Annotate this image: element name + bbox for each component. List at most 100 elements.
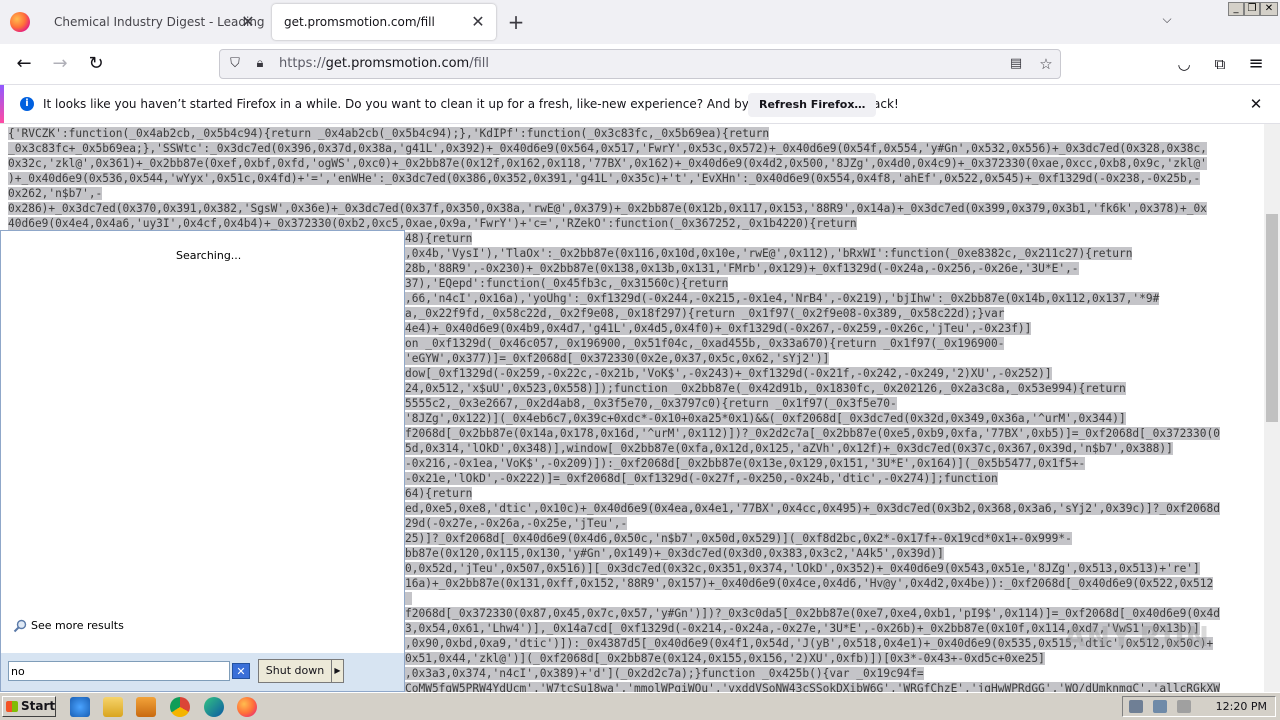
back-arrow-icon[interactable]: ← — [12, 52, 36, 76]
info-icon: i — [20, 97, 34, 111]
site-security-lock-icon[interactable]: 🔒︎ — [250, 54, 270, 74]
code-line: 0x262,'n$b7',- — [8, 186, 1264, 201]
forward-arrow-icon[interactable]: → — [48, 52, 72, 76]
tab-title: get.promsmotion.com/fill — [284, 15, 435, 29]
selected-code-text: 29d(-0x27e,-0x26a,-0x25e,'jTeu',- — [405, 517, 628, 530]
notification-close-icon[interactable]: ✕ — [1246, 94, 1266, 114]
close-window-icon[interactable]: ✕ — [1260, 2, 1278, 16]
vertical-scrollbar[interactable] — [1264, 124, 1280, 692]
url-host: get.promsmotion.com — [325, 56, 470, 71]
selected-code-text: 0x286)+_0x3dc7ed(0x370,0x391,0x382,'SgsW… — [8, 202, 1207, 215]
file-explorer-folder-icon[interactable] — [103, 697, 123, 717]
tab-strip: Chemical Industry Digest - Leading che ✕… — [0, 0, 1280, 44]
list-all-tabs-chevron-icon[interactable]: ⌵ — [1158, 12, 1176, 30]
code-line: 0x32c,'zkl@',0x361)+_0x2bb87e(0xef,0xbf,… — [8, 156, 1264, 171]
tab-chemical-industry-digest[interactable]: Chemical Industry Digest - Leading che ✕ — [42, 4, 266, 40]
selected-code-text: ed,0xe5,0xe8,'dtic',0x10c)+_0x40d6e9(0x4… — [405, 502, 1220, 515]
selected-code-text: 16a)+_0x2bb87e(0x131,0xff,0x152,'88R9',0… — [405, 577, 1214, 590]
selected-code-text — [405, 592, 412, 605]
start-label: Start — [21, 699, 56, 713]
see-more-results-link[interactable]: See more results — [13, 619, 124, 633]
restore-window-icon[interactable]: ❐ — [1244, 2, 1260, 16]
magnifier-icon — [13, 619, 27, 633]
tab-promsmotion[interactable]: get.promsmotion.com/fill ✕ — [272, 4, 496, 40]
code-line: 0x286)+_0x3dc7ed(0x370,0x391,0x382,'SgsW… — [8, 201, 1264, 216]
firefox-logo-icon — [10, 12, 30, 32]
shut-down-button[interactable]: Shut down — [258, 659, 332, 683]
tab-close-icon[interactable]: ✕ — [468, 4, 488, 40]
selected-code-text: ,0x3a3,0x374,'n4cI',0x389)+'d'](_0x2d2c7… — [405, 667, 924, 680]
selected-code-text: f2068d[_0x2bb87e(0x14a,0x178,0x16d,'^urM… — [405, 427, 1220, 440]
extensions-puzzle-icon[interactable]: ⧉ — [1208, 52, 1232, 76]
url-text[interactable]: https://get.promsmotion.com/fill — [279, 50, 489, 78]
start-button[interactable]: Start — [2, 696, 56, 717]
selected-code-text: -0x21e,'lOkD',-0x222)]=_0xf2068d[_0xf132… — [405, 472, 998, 485]
scrollbar-thumb[interactable] — [1266, 214, 1278, 422]
watermark-logo: ANY.RUN — [1064, 620, 1211, 653]
code-line: )+_0x40d6e9(0x536,0x544,'wYyx',0x51c,0x4… — [8, 171, 1264, 186]
internet-explorer-icon[interactable] — [70, 697, 90, 717]
volume-icon[interactable] — [1129, 700, 1143, 713]
selected-code-text: 64){return — [405, 487, 473, 500]
edge-icon[interactable] — [204, 697, 224, 717]
taskbar: Start 12:20 PM — [0, 692, 1280, 720]
selected-code-text: 0x32c,'zkl@',0x361)+_0x2bb87e(0xef,0xbf,… — [8, 157, 1207, 170]
selected-code-text: )+_0x40d6e9(0x536,0x544,'wYyx',0x51c,0x4… — [8, 172, 1201, 185]
tracking-protection-shield-icon[interactable]: ⛉ — [225, 54, 245, 74]
selected-code-text: _0x3c83fc+_0x5b69ea;},'SSWtc':_0x3dc7ed(… — [8, 142, 1207, 155]
action-center-flag-icon[interactable] — [1177, 700, 1191, 713]
pocket-icon[interactable]: ◡ — [1172, 52, 1196, 76]
selected-code-text: bb87e(0x120,0x115,0x130,'y#Gn',0x149)+_0… — [405, 547, 944, 560]
code-line: {'RVCZK':function(_0x4ab2cb,_0x5b4c94){r… — [8, 126, 1264, 141]
chrome-icon[interactable] — [170, 697, 190, 717]
selected-code-text: 0x51,0x44,'zkl@')](_0xf2068d[_0x2bb87e(0… — [405, 652, 1045, 665]
hamburger-menu-icon[interactable]: ≡ — [1244, 52, 1268, 76]
see-more-label: See more results — [31, 619, 124, 632]
shut-down-options-arrow-icon[interactable]: ▶ — [331, 659, 344, 683]
search-row: ✕ Shut down ▶ — [1, 653, 404, 691]
bookmark-star-icon[interactable]: ☆ — [1036, 54, 1056, 74]
selected-code-text: 4e4)+_0x40d6e9(0x4b9,0x4d7,'g41L',0x4d5,… — [405, 322, 1032, 335]
code-line: _0x3c83fc+_0x5b69ea;},'SSWtc':_0x3dc7ed(… — [8, 141, 1264, 156]
url-scheme: https:// — [279, 56, 326, 71]
selected-code-text: 48){return — [405, 232, 473, 245]
selected-code-text: 0x262,'n$b7',- — [8, 187, 103, 200]
address-bar[interactable]: ⛉ 🔒︎ https://get.promsmotion.com/fill ▤ … — [219, 49, 1061, 79]
search-status: Searching... — [176, 249, 242, 262]
selected-code-text: 5555c2,_0x3e2667,_0x2d4ab8,_0x3f5e70,_0x… — [405, 397, 897, 410]
taskbar-clock[interactable]: 12:20 PM — [1216, 697, 1267, 716]
selected-code-text: CoMW5fgW5PRW4YdUcm','W7tcSu18wa','mmolWP… — [405, 682, 1220, 692]
firefox-taskbar-icon[interactable] — [237, 697, 257, 717]
tab-close-icon[interactable]: ✕ — [238, 4, 258, 40]
selected-code-text: f2068d[_0x372330(0x87,0x45,0x7c,0x57,'y#… — [405, 607, 1220, 620]
selected-code-text: dow[_0xf1329d(-0x259,-0x22c,-0x21b,'VoK$… — [405, 367, 1052, 380]
media-player-icon[interactable] — [136, 697, 156, 717]
reader-view-icon[interactable]: ▤ — [1006, 54, 1026, 74]
start-menu-search-panel: Searching... See more results ✕ Shut dow… — [0, 230, 405, 692]
selected-code-text: 0,0x52d,'jTeu',0x507,0x516)][_0x3dc7ed(0… — [405, 562, 1200, 575]
minimize-window-icon[interactable]: _ — [1228, 2, 1244, 16]
selected-code-text: a,_0x22f9fd,_0x58c22d,_0x2f9e08,_0x18f29… — [405, 307, 1005, 320]
refresh-firefox-button[interactable]: Refresh Firefox… — [748, 93, 877, 117]
new-tab-icon[interactable]: + — [504, 8, 528, 36]
selected-code-text: 40d6e9(0x4e4,0x4a6,'uy3I',0x4cf,0x4b4)+_… — [8, 217, 857, 230]
selected-code-text: on _0xf1329d(_0x46c057,_0x196900,_0x51f0… — [405, 337, 1005, 350]
selected-code-text: -0x216,-0x1ea,'VoK$',-0x209)]):_0xf2068d… — [405, 457, 1086, 470]
system-tray: 12:20 PM — [1122, 696, 1276, 717]
tab-title: Chemical Industry Digest - Leading che — [54, 15, 266, 29]
selected-code-text: 28b,'88R9',-0x230)+_0x2bb87e(0x138,0x13b… — [405, 262, 1079, 275]
code-line: 40d6e9(0x4e4,0x4a6,'uy3I',0x4cf,0x4b4)+_… — [8, 216, 1264, 231]
reload-icon[interactable]: ↻ — [84, 52, 108, 76]
selected-code-text: ,0x4b,'VysI'),'TlaOx':_0x2bb87e(0x116,0x… — [405, 247, 1133, 260]
selected-code-text: ,66,'n4cI',0x16a),'yoUhg':_0xf1329d(-0x2… — [405, 292, 1160, 305]
selected-code-text: 24,0x512,'x$uU',0x523,0x558)]);function … — [405, 382, 1126, 395]
selected-code-text: '8JZg',0x122)](_0x4eb6c7,0x39c+0xdc*-0x1… — [405, 412, 1126, 425]
clear-search-button[interactable]: ✕ — [232, 663, 250, 679]
navigation-toolbar: ← → ↻ ⛉ 🔒︎ https://get.promsmotion.com/f… — [0, 44, 1280, 84]
start-search-input[interactable] — [8, 661, 230, 681]
network-icon[interactable] — [1153, 700, 1167, 713]
windows-logo-icon — [6, 701, 18, 712]
refresh-firefox-notification: i It looks like you haven’t started Fire… — [0, 84, 1280, 124]
selected-code-text: 37),'EQepd':function(_0x45fb3c,_0x31560c… — [405, 277, 729, 290]
selected-code-text: {'RVCZK':function(_0x4ab2cb,_0x5b4c94){r… — [8, 127, 770, 140]
